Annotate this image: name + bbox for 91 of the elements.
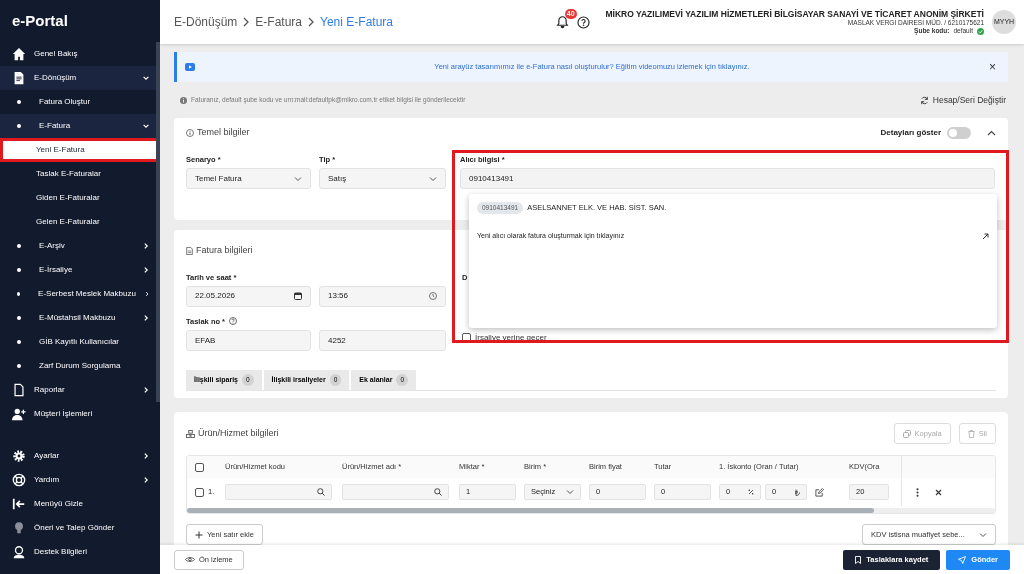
bookmark-icon <box>855 555 862 564</box>
lightbulb-icon <box>12 521 26 535</box>
sidebar-item[interactable]: Öneri ve Talep Gönder <box>0 516 160 540</box>
logo: e-Portal <box>11 10 69 31</box>
bullet-icon <box>17 364 21 368</box>
sidebar-item[interactable]: Menüyü Gizle <box>0 492 160 516</box>
company-name: MİKRO YAZILIMEVİ YAZILIM HİZMETLERİ BİLGİSAYAR SANAYİ VE TİCARET ANONİM ŞİRKETİ <box>605 8 984 19</box>
info-icon <box>186 129 194 137</box>
bullet-icon <box>17 316 21 320</box>
sidebar-item[interactable]: E-Müstahsil Makbuzu <box>0 306 160 330</box>
row-checkbox[interactable] <box>195 487 204 497</box>
search-icon <box>434 488 442 496</box>
bullet-icon <box>17 100 21 104</box>
sidebar-item[interactable]: E-Serbest Meslek Makbuzu <box>0 282 160 306</box>
sidebar-item[interactable]: Müşteri İşlemleri <box>0 402 160 426</box>
select-all-checkbox[interactable] <box>195 462 204 472</box>
sidebar-item[interactable]: Giden E-Faturalar <box>0 186 160 210</box>
section-title: Temel bilgiler <box>197 126 250 140</box>
sidebar-item[interactable]: Ayarlar <box>0 444 160 468</box>
caret-icon <box>429 175 437 182</box>
scenario-select[interactable]: Temel Fatura <box>186 168 311 190</box>
caret-icon <box>294 175 302 182</box>
sidebar-item[interactable]: GİB Kayıtlı Kullanıcılar <box>0 330 160 354</box>
search-icon <box>317 488 325 496</box>
user-plus-icon <box>12 407 26 421</box>
edit-icon[interactable] <box>815 487 824 497</box>
percent-icon <box>748 489 754 495</box>
sidebar-item[interactable]: Taslak E-Faturalar <box>0 162 160 186</box>
code-field[interactable] <box>225 484 332 500</box>
sidebar-item[interactable]: Genel Bakış <box>0 42 160 66</box>
toggle-label: Detayları göster <box>880 127 941 139</box>
file-icon <box>12 383 26 397</box>
recipient-field[interactable]: 0910413491 <box>460 168 995 190</box>
sidebar-item[interactable]: E-İrsaliye <box>0 258 160 282</box>
bullet-icon <box>17 268 21 272</box>
bell-icon[interactable] <box>555 15 569 29</box>
send-icon <box>958 555 967 564</box>
calendar-icon <box>294 292 302 301</box>
prefix-field[interactable]: EFAB <box>186 330 311 351</box>
sidebar-item[interactable]: Raporlar <box>0 378 160 402</box>
support-icon <box>12 545 26 559</box>
collapse-icon[interactable] <box>987 130 996 136</box>
breadcrumb-link[interactable]: E-Dönüşüm <box>174 13 238 31</box>
waybill-checkbox[interactable] <box>462 333 471 343</box>
gear-icon <box>12 449 26 463</box>
trash-icon <box>967 429 975 438</box>
document-icon <box>186 246 193 255</box>
boxes-icon <box>186 429 195 438</box>
help-icon <box>229 317 238 326</box>
lifebuoy-icon <box>12 473 26 487</box>
number-field[interactable]: 4252 <box>319 330 446 351</box>
eye-icon <box>185 556 195 563</box>
bullet-icon <box>17 244 21 248</box>
sidebar-item[interactable]: Yardım <box>0 468 160 492</box>
video-icon <box>185 63 195 71</box>
close-button[interactable]: × <box>989 58 996 76</box>
bullet-icon <box>17 124 21 128</box>
clock-icon <box>429 292 437 301</box>
close-icon[interactable] <box>935 488 942 496</box>
copy-icon <box>902 429 911 438</box>
breadcrumb-link[interactable]: E-Fatura <box>255 13 303 31</box>
caret-icon <box>979 531 987 538</box>
account-series-link[interactable]: Hesap/Seri Değiştir <box>919 93 1006 107</box>
section-title: Ürün/Hizmet bilgileri <box>198 426 279 440</box>
chevron-right-icon <box>307 17 316 27</box>
type-select[interactable]: Satış <box>319 168 446 190</box>
plus-icon <box>195 530 203 539</box>
arrow-icon <box>982 232 989 240</box>
time-field[interactable]: 13:56 <box>319 285 446 307</box>
sidebar-item[interactable]: Destek Bilgileri <box>0 540 160 564</box>
sidebar-item[interactable]: Gelen E-Faturalar <box>0 210 160 234</box>
section-title: Fatura bilgileri <box>196 244 253 257</box>
name-field[interactable] <box>342 484 449 500</box>
sidebar-item[interactable]: Zarf Durum Sorgulama <box>0 354 160 378</box>
document-icon <box>12 71 26 85</box>
help-icon[interactable] <box>576 15 590 29</box>
bullet-icon <box>17 340 21 344</box>
details-toggle[interactable] <box>947 127 971 139</box>
sidebar-item[interactable]: E-Arşiv <box>0 234 160 258</box>
collapse-icon <box>12 497 26 511</box>
chevron-right-icon <box>242 17 251 27</box>
more-icon[interactable] <box>916 487 919 497</box>
date-field[interactable]: 22.05.2026 <box>186 285 311 307</box>
caret-icon <box>566 489 574 495</box>
bullet-icon <box>17 292 21 296</box>
refresh-icon <box>919 95 929 105</box>
breadcrumb-link[interactable]: Yeni E-Fatura <box>320 13 393 31</box>
sidebar-item[interactable]: Fatura Oluştur <box>0 90 160 114</box>
info-icon <box>180 96 187 104</box>
currency-icon <box>794 488 800 496</box>
home-icon <box>12 47 26 61</box>
